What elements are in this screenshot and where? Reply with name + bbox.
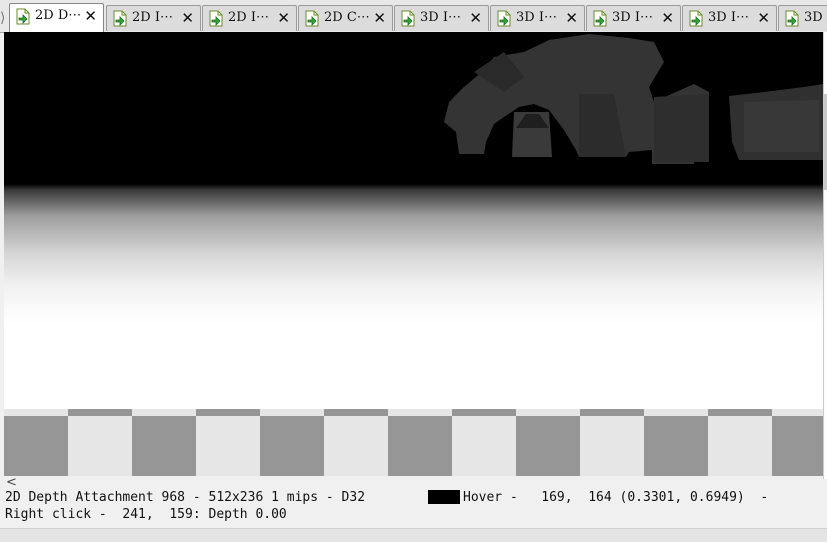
vertical-scrollbar[interactable]	[823, 32, 827, 479]
scroll-left-icon[interactable]: <	[6, 476, 17, 490]
depth-gradient	[4, 184, 823, 409]
checkerboard-background	[4, 409, 823, 476]
tab-2d-cube[interactable]: 2D C⋯ ✕	[298, 5, 393, 31]
tab-3d-image-4[interactable]: 3D I⋯ ✕	[682, 5, 777, 31]
texture-viewer-icon	[113, 10, 127, 27]
tab-3d-image-5[interactable]: 3D	[778, 5, 827, 31]
tab-label: 3D I⋯	[708, 10, 749, 25]
tab-2d-depth-attachment[interactable]: 2D D⋯ ✕	[9, 3, 104, 32]
close-icon[interactable]: ✕	[565, 8, 578, 28]
texture-viewer-icon	[497, 10, 511, 27]
texture-info: 2D Depth Attachment 968 - 512x236 1 mips…	[5, 490, 366, 505]
texture-viewer-icon	[209, 10, 223, 27]
hover-info: Hover - 169, 164 (0.3301, 0.6949) -	[463, 490, 769, 505]
texture-viewer-icon	[785, 10, 799, 27]
texture-viewer-icon	[16, 8, 30, 25]
tab-3d-image-2[interactable]: 3D I⋯ ✕	[490, 5, 585, 31]
close-icon[interactable]: ✕	[277, 8, 290, 28]
close-icon[interactable]: ✕	[373, 8, 386, 28]
texture-viewer-icon	[689, 10, 703, 27]
tab-3d-image-3[interactable]: 3D I⋯ ✕	[586, 5, 681, 31]
texture-viewport[interactable]	[4, 32, 823, 409]
checkerboard-edge	[4, 409, 823, 416]
texture-viewer-icon	[305, 10, 319, 27]
close-icon[interactable]: ✕	[661, 8, 674, 28]
tab-scroll-edge: ⟩	[0, 10, 6, 26]
close-icon[interactable]: ✕	[84, 6, 97, 26]
tab-label: 3D I⋯	[516, 10, 557, 25]
tab-label: 3D I⋯	[612, 10, 653, 25]
close-icon[interactable]: ✕	[757, 8, 770, 28]
close-icon[interactable]: ✕	[181, 8, 194, 28]
tab-2d-image-2[interactable]: 2D I⋯ ✕	[202, 5, 297, 31]
tab-label: 2D I⋯	[132, 10, 173, 25]
right-click-info: Right click - 241, 159: Depth 0.00	[5, 507, 287, 522]
tab-label: 2D D⋯	[35, 8, 82, 23]
texture-viewer-icon	[401, 10, 415, 27]
close-icon[interactable]: ✕	[469, 8, 482, 28]
tab-label: 3D	[804, 10, 823, 25]
tab-label: 2D C⋯	[324, 10, 370, 25]
tab-3d-image-1[interactable]: 3D I⋯ ✕	[394, 5, 489, 31]
tab-strip: ⟩ 2D D⋯ ✕ 2D I⋯ ✕ 2D I⋯ ✕ 2D C⋯ ✕ 3D I⋯ …	[0, 0, 827, 33]
tab-label: 3D I⋯	[420, 10, 461, 25]
tab-label: 2D I⋯	[228, 10, 269, 25]
hover-color-swatch	[428, 490, 460, 504]
depth-silhouettes	[444, 34, 823, 164]
texture-viewer-icon	[593, 10, 607, 27]
window-bottom-edge	[0, 528, 827, 542]
tab-2d-image-1[interactable]: 2D I⋯ ✕	[106, 5, 201, 31]
